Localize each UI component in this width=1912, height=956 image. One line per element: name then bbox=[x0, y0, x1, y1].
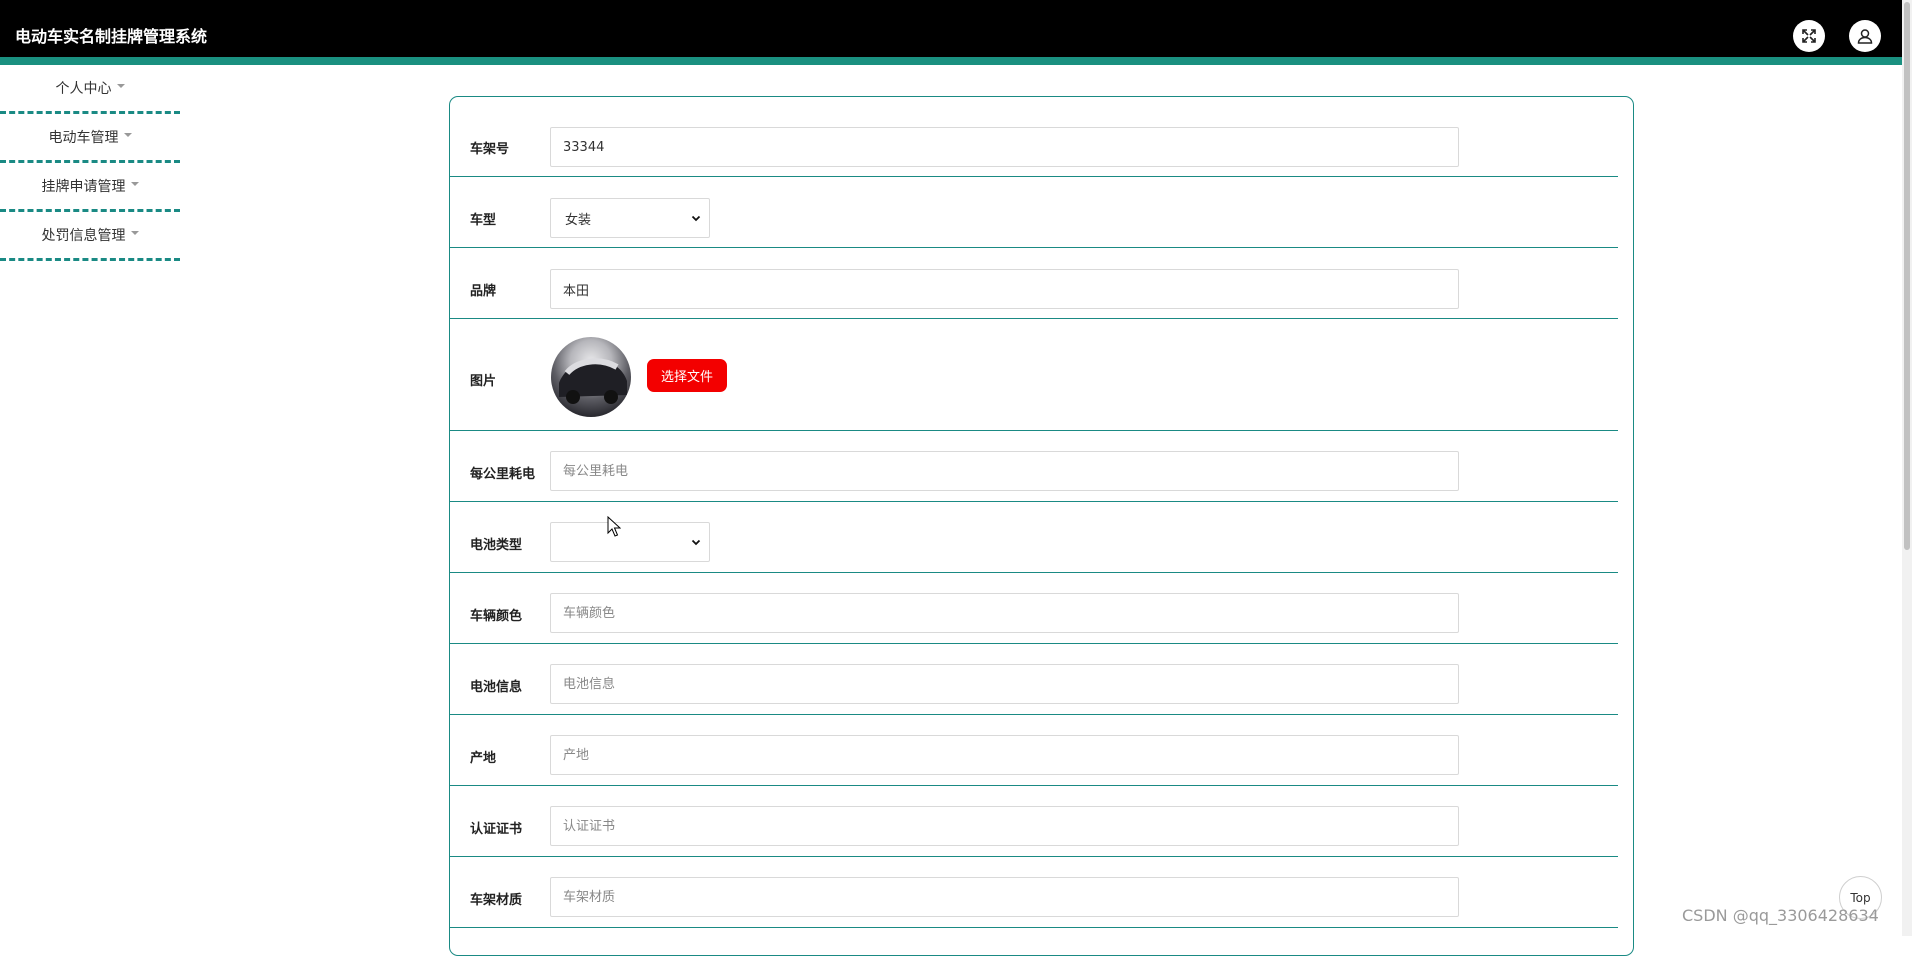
frame-no-input[interactable] bbox=[550, 127, 1459, 167]
frame-no-label: 车架号 bbox=[470, 142, 510, 157]
caret-down-icon bbox=[130, 231, 139, 235]
battery-info-label: 电池信息 bbox=[470, 680, 523, 695]
frame-material-input[interactable] bbox=[550, 877, 1459, 917]
color-label: 车辆颜色 bbox=[470, 609, 523, 624]
sidebar-item-ebike-management[interactable]: 电动车管理 bbox=[0, 114, 180, 163]
scrollbar-thumb[interactable] bbox=[1904, 2, 1910, 550]
chevron-down-icon bbox=[691, 215, 701, 222]
frame-material-label: 车架材质 bbox=[470, 893, 523, 908]
form-row-frame-no: 车架号 bbox=[450, 96, 1618, 177]
model-select[interactable]: 女装 bbox=[550, 198, 710, 238]
form-row-image: 图片 选择文件 bbox=[450, 319, 1618, 431]
sidebar-item-plate-application[interactable]: 挂牌申请管理 bbox=[0, 163, 180, 212]
origin-label: 产地 bbox=[470, 751, 497, 766]
caret-down-icon bbox=[123, 133, 132, 137]
form-row-battery-type: 电池类型 bbox=[450, 502, 1618, 573]
certificate-label: 认证证书 bbox=[470, 822, 523, 837]
fullscreen-icon bbox=[1802, 29, 1816, 43]
form-row-model: 车型 女装 bbox=[450, 177, 1618, 248]
vehicle-image-thumbnail bbox=[551, 337, 631, 417]
form-row-brand: 品牌 bbox=[450, 248, 1618, 319]
battery-type-label: 电池类型 bbox=[470, 538, 523, 553]
certificate-input[interactable] bbox=[550, 806, 1459, 846]
sidebar-item-label: 处罚信息管理 bbox=[41, 228, 126, 244]
image-label: 图片 bbox=[470, 374, 497, 389]
model-select-value: 女装 bbox=[565, 212, 592, 228]
brand-input[interactable] bbox=[550, 269, 1459, 309]
choose-file-button[interactable]: 选择文件 bbox=[647, 359, 727, 392]
form-row-consumption: 每公里耗电 bbox=[450, 431, 1618, 502]
top-bar: 电动车实名制挂牌管理系统 bbox=[0, 0, 1902, 57]
consumption-label: 每公里耗电 bbox=[470, 467, 536, 482]
sidebar-item-label: 电动车管理 bbox=[48, 130, 119, 146]
header-accent-stripe bbox=[0, 57, 1902, 65]
form-row-battery-info: 电池信息 bbox=[450, 644, 1618, 715]
origin-input[interactable] bbox=[550, 735, 1459, 775]
caret-down-icon bbox=[116, 84, 125, 88]
sidebar-item-penalty-info[interactable]: 处罚信息管理 bbox=[0, 212, 180, 261]
mouse-cursor-icon bbox=[607, 516, 621, 537]
color-input[interactable] bbox=[550, 593, 1459, 633]
user-icon bbox=[1857, 29, 1873, 44]
form-row-frame-material: 车架材质 bbox=[450, 857, 1618, 928]
battery-type-select[interactable] bbox=[550, 522, 710, 562]
brand-label: 品牌 bbox=[470, 284, 497, 299]
user-button[interactable] bbox=[1849, 20, 1881, 52]
sidebar-item-personal-center[interactable]: 个人中心 bbox=[0, 65, 180, 114]
sidebar-item-label: 挂牌申请管理 bbox=[41, 179, 126, 195]
model-label: 车型 bbox=[470, 213, 497, 228]
chevron-down-icon bbox=[691, 539, 701, 546]
battery-info-input[interactable] bbox=[550, 664, 1459, 704]
page-scrollbar[interactable] bbox=[1902, 0, 1912, 936]
caret-down-icon bbox=[130, 182, 139, 186]
sidebar-item-label: 个人中心 bbox=[55, 81, 112, 97]
form-row-origin: 产地 bbox=[450, 715, 1618, 786]
form-row-certificate: 认证证书 bbox=[450, 786, 1618, 857]
consumption-input[interactable] bbox=[550, 451, 1459, 491]
watermark: CSDN @qq_3306428634 bbox=[1682, 906, 1879, 925]
fullscreen-button[interactable] bbox=[1793, 20, 1825, 52]
car-photo-icon bbox=[559, 358, 627, 404]
sidebar: 个人中心 电动车管理 挂牌申请管理 处罚信息管理 bbox=[0, 65, 180, 261]
form-row-color: 车辆颜色 bbox=[450, 573, 1618, 644]
app-title: 电动车实名制挂牌管理系统 bbox=[15, 27, 208, 46]
